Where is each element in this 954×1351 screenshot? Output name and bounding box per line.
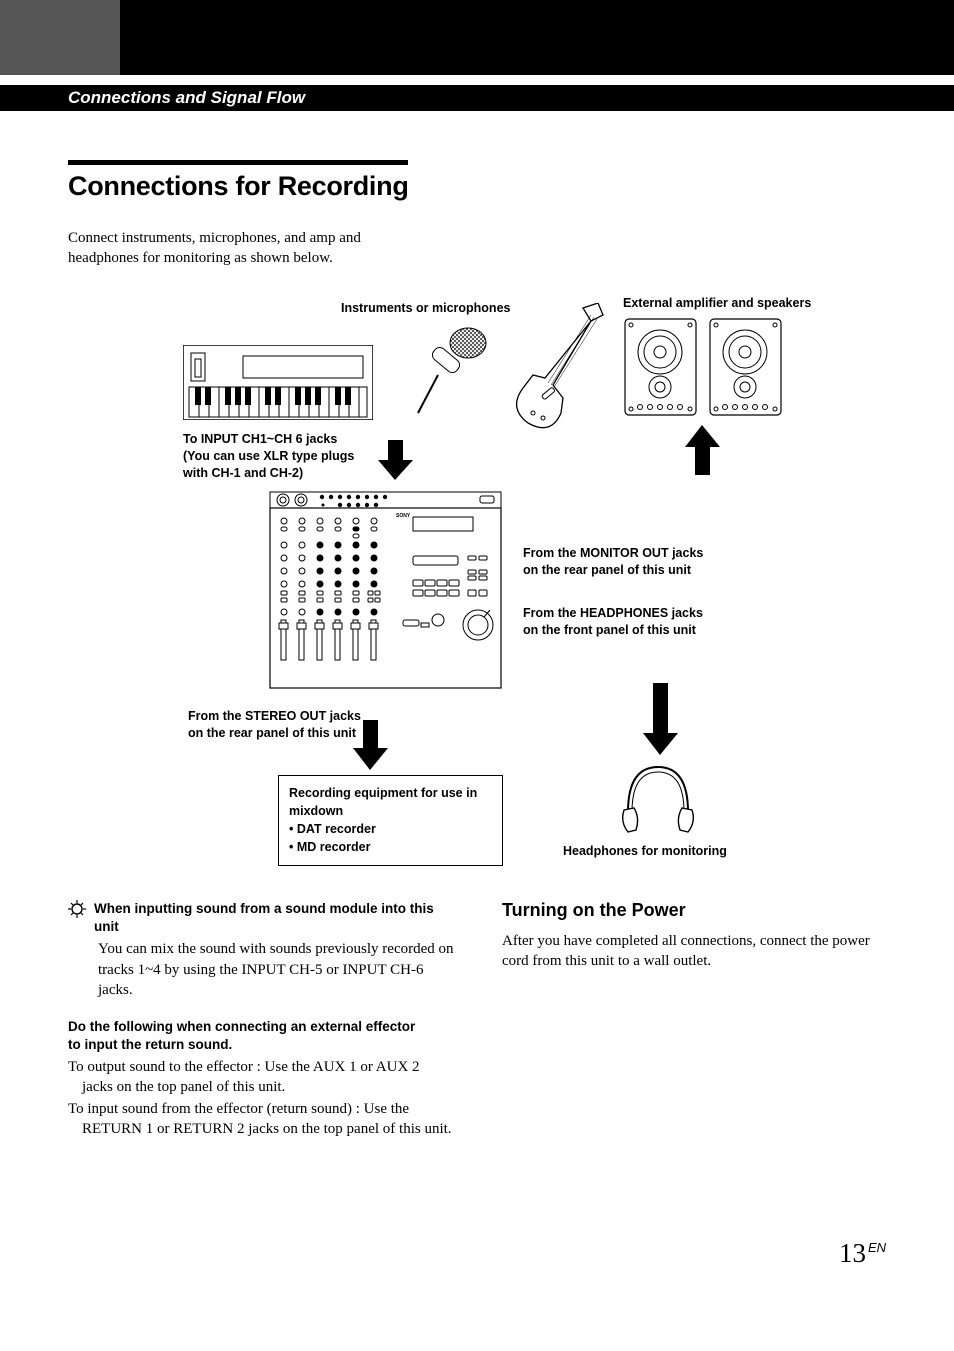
- headphones-icon: [618, 762, 698, 837]
- tip-block: When inputting sound from a sound module…: [68, 900, 454, 936]
- mixer-unit-icon: SONY: [268, 490, 503, 690]
- box-l1: Recording equipment for use in: [289, 786, 477, 800]
- microphone-icon: [413, 323, 493, 423]
- label-monitor-l1: From the MONITOR OUT jacks: [523, 546, 703, 560]
- title-rule: [68, 160, 408, 165]
- arrow-down-to-recorder: [353, 720, 388, 770]
- power-body: After you have completed all connections…: [502, 931, 888, 972]
- top-grey-box: [0, 0, 120, 75]
- effector-heading-l2: to input the return sound.: [68, 1037, 232, 1052]
- column-left: When inputting sound from a sound module…: [68, 900, 454, 1140]
- label-headphones-l1: From the HEADPHONES jacks: [523, 606, 703, 620]
- tip-body: You can mix the sound with sounds previo…: [68, 939, 454, 1000]
- arrow-up-to-speakers: [685, 425, 720, 475]
- speaker-left-icon: [623, 317, 698, 417]
- arrow-down-to-unit: [378, 440, 413, 480]
- effector-heading-l1: Do the following when connecting an exte…: [68, 1019, 415, 1034]
- label-input-jacks-l1: To INPUT CH1~CH 6 jacks: [183, 432, 337, 446]
- tip-heading-l2: unit: [94, 919, 119, 934]
- label-headphones-l2: on the front panel of this unit: [523, 623, 696, 637]
- page-title: Connections for Recording: [68, 171, 888, 202]
- tip-heading: When inputting sound from a sound module…: [94, 900, 434, 936]
- label-input-jacks-l2: (You can use XLR type plugs: [183, 449, 354, 463]
- svg-text:SONY: SONY: [396, 513, 411, 519]
- box-l2: mixdown: [289, 804, 343, 818]
- recording-equipment-box: Recording equipment for use in mixdown •…: [278, 775, 503, 866]
- effector-line2: To input sound from the effector (return…: [68, 1099, 454, 1140]
- intro-paragraph: Connect instruments, microphones, and am…: [68, 228, 428, 269]
- effector-heading: Do the following when connecting an exte…: [68, 1018, 454, 1054]
- label-input-jacks: To INPUT CH1~CH 6 jacks (You can use XLR…: [183, 431, 373, 482]
- label-monitor-out: From the MONITOR OUT jacks on the rear p…: [523, 545, 733, 579]
- label-instruments: Instruments or microphones: [341, 300, 510, 317]
- tip-icon: [68, 900, 86, 923]
- label-stereo-l2: on the rear panel of this unit: [188, 726, 356, 740]
- power-heading: Turning on the Power: [502, 900, 888, 921]
- arrow-down-to-headphones: [643, 683, 678, 755]
- speaker-right-icon: [708, 317, 783, 417]
- lower-columns: When inputting sound from a sound module…: [68, 900, 888, 1140]
- label-stereo-l1: From the STEREO OUT jacks: [188, 709, 361, 723]
- section-title-bar: Connections and Signal Flow: [0, 85, 954, 111]
- tip-heading-l1: When inputting sound from a sound module…: [94, 901, 434, 916]
- top-bar: [0, 0, 954, 75]
- page-number-value: 13: [839, 1238, 866, 1268]
- label-headphones: Headphones for monitoring: [563, 843, 727, 860]
- page-number-lang: EN: [868, 1240, 886, 1255]
- section-title-text: Connections and Signal Flow: [68, 88, 305, 107]
- label-input-jacks-l3: with CH-1 and CH-2): [183, 466, 303, 480]
- label-monitor-l2: on the rear panel of this unit: [523, 563, 691, 577]
- page-content: Connections for Recording Connect instru…: [68, 160, 888, 269]
- label-headphones-jack: From the HEADPHONES jacks on the front p…: [523, 605, 733, 639]
- connection-diagram: Instruments or microphones External ampl…: [123, 295, 913, 875]
- box-l3: • DAT recorder: [289, 822, 376, 836]
- label-external-amp: External amplifier and speakers: [623, 295, 811, 312]
- box-l4: • MD recorder: [289, 840, 370, 854]
- effector-line1: To output sound to the effector : Use th…: [68, 1057, 454, 1098]
- page-number: 13EN: [839, 1238, 886, 1269]
- column-right: Turning on the Power After you have comp…: [502, 900, 888, 1140]
- keyboard-icon: [183, 345, 373, 420]
- guitar-icon: [503, 303, 608, 433]
